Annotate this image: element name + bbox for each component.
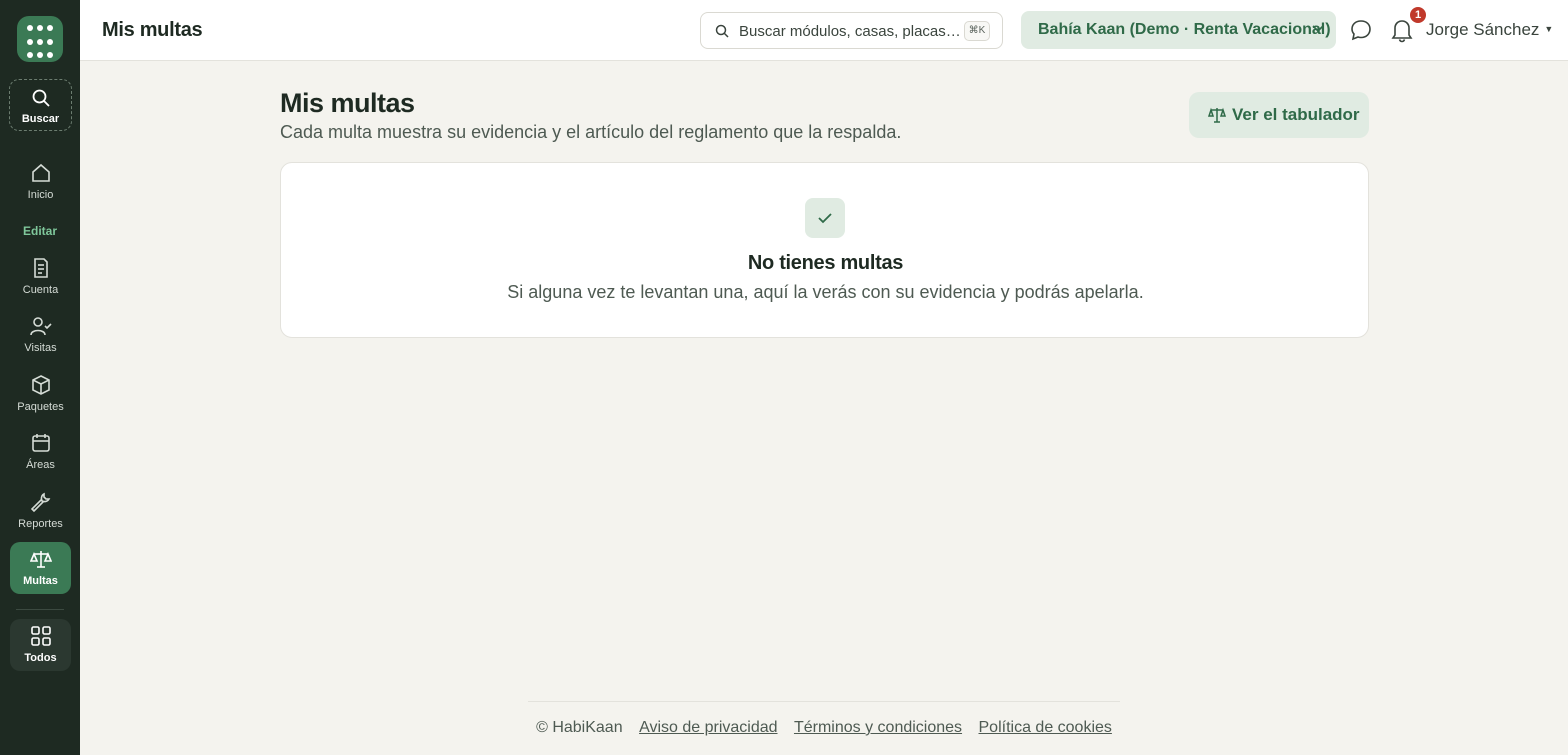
sidebar: Buscar Inicio Editar Cuenta Visitas Paqu… <box>0 0 80 755</box>
sidebar-search-button[interactable]: Buscar <box>9 79 72 131</box>
scale-icon <box>1208 107 1226 123</box>
sidebar-item-label: Visitas <box>24 342 57 354</box>
sidebar-item-label: Áreas <box>26 459 55 471</box>
property-name: Bahía Kaan (Demo · Renta Vacacional) <box>1038 21 1331 38</box>
shortcut-hint: ⌘K <box>964 21 990 41</box>
top-bar-title: Mis multas <box>102 19 203 41</box>
user-check-icon <box>29 317 52 336</box>
footer-divider <box>528 701 1120 702</box>
sidebar-item-paquetes[interactable]: Paquetes <box>10 368 71 420</box>
sidebar-item-inicio[interactable]: Inicio <box>10 156 71 208</box>
property-selector[interactable]: Bahía Kaan (Demo · Renta Vacacional) <box>1021 11 1336 49</box>
view-tabulator-button[interactable]: Ver el tabulador <box>1189 92 1369 138</box>
sidebar-item-cuenta[interactable]: Cuenta <box>10 251 71 303</box>
search-icon <box>715 24 729 38</box>
caret-down-icon: ▼ <box>1544 24 1554 34</box>
scale-icon <box>29 551 52 568</box>
footer-copyright: © HabiKaan <box>536 719 623 736</box>
search-icon <box>32 89 50 107</box>
home-icon <box>31 163 50 182</box>
user-name: Jorge Sánchez <box>1426 20 1540 39</box>
empty-state-card: No tienes multas Si alguna vez te levant… <box>280 162 1369 338</box>
notification-badge: 1 <box>1410 7 1426 23</box>
sidebar-item-reportes[interactable]: Reportes <box>10 485 71 537</box>
empty-state-subtitle: Si alguna vez te levantan una, aquí la v… <box>507 282 1144 302</box>
empty-state-badge <box>805 198 845 238</box>
package-icon <box>31 375 50 395</box>
wrench-icon <box>30 492 50 513</box>
empty-state-title: No tienes multas <box>747 252 904 274</box>
sidebar-item-label: Multas <box>23 575 58 587</box>
sidebar-edit-link[interactable]: Editar <box>0 224 80 238</box>
top-bar: Mis multas ⌘K Bahía Kaan (Demo · Renta V… <box>80 0 1568 61</box>
sidebar-search-label: Buscar <box>21 113 60 125</box>
page-title: Mis multas <box>280 88 415 118</box>
sidebar-item-visitas[interactable]: Visitas <box>10 309 71 361</box>
footer-privacy-link[interactable]: Aviso de privacidad <box>639 719 777 736</box>
global-search[interactable]: ⌘K <box>700 12 1003 49</box>
view-tabulator-label: Ver el tabulador <box>1232 105 1360 124</box>
sidebar-item-todos[interactable]: Todos <box>10 619 71 671</box>
sidebar-item-multas[interactable]: Multas <box>10 542 71 594</box>
calendar-icon <box>31 434 50 452</box>
bell-icon[interactable] <box>1390 17 1414 43</box>
document-icon <box>33 258 48 278</box>
user-menu[interactable]: Jorge Sánchez ▼ <box>1426 20 1553 40</box>
sidebar-item-label: Paquetes <box>17 401 64 413</box>
search-input[interactable] <box>739 21 961 41</box>
page-subtitle: Cada multa muestra su evidencia y el art… <box>280 122 902 142</box>
sidebar-item-areas[interactable]: Áreas <box>10 426 71 478</box>
sidebar-divider <box>16 609 64 610</box>
footer-terms-link[interactable]: Términos y condiciones <box>794 719 962 736</box>
grid-icon <box>30 626 51 646</box>
app-launcher-icon[interactable] <box>17 16 63 62</box>
sidebar-item-label: Cuenta <box>22 284 59 296</box>
sidebar-item-label: Reportes <box>18 518 63 530</box>
chevron-down-icon <box>1312 25 1324 33</box>
check-icon <box>818 213 832 224</box>
footer: © HabiKaan Aviso de privacidad Términos … <box>0 719 1568 737</box>
sidebar-item-label: Todos <box>24 652 57 664</box>
chat-icon[interactable] <box>1350 19 1372 41</box>
footer-cookies-link[interactable]: Política de cookies <box>979 719 1112 736</box>
sidebar-item-label: Inicio <box>27 189 54 201</box>
